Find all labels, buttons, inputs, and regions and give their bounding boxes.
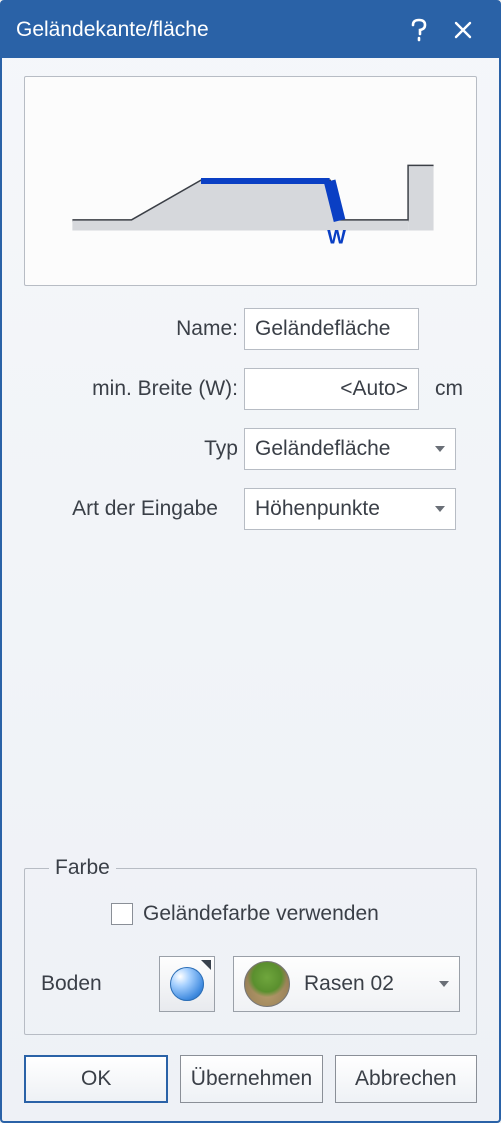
row-input-mode: Art der Eingabe Höhenpunkte [24, 488, 477, 530]
terrain-diagram-svg: W [35, 87, 466, 275]
input-mode-value: Höhenpunkte [255, 497, 435, 521]
dialog-title: Geländekante/fläche [16, 18, 397, 42]
input-mode-label: Art der Eingabe [24, 497, 224, 521]
row-name: Name: [24, 308, 477, 350]
material-picker-button[interactable] [159, 956, 215, 1012]
type-dropdown[interactable]: Geländefläche [244, 428, 456, 470]
use-terrain-row: Geländefarbe verwenden [111, 902, 460, 926]
dialog-content: W Name: min. Breite (W): cm Typ Geländef… [2, 58, 499, 1121]
help-button[interactable] [397, 2, 441, 58]
row-width: min. Breite (W): cm [24, 368, 477, 410]
width-unit: cm [435, 377, 463, 401]
name-label: Name: [24, 317, 244, 341]
form-grid: Name: min. Breite (W): cm Typ Geländeflä… [24, 308, 477, 530]
terrain-diagram: W [24, 76, 477, 286]
use-terrain-label: Geländefarbe verwenden [143, 902, 379, 926]
close-icon [454, 21, 472, 39]
ok-button[interactable]: OK [24, 1055, 168, 1103]
row-type: Typ Geländefläche [24, 428, 477, 470]
spacer [24, 530, 477, 856]
svg-text:W: W [327, 226, 346, 248]
picker-corner-icon [201, 960, 211, 970]
color-legend: Farbe [49, 856, 116, 880]
use-terrain-checkbox[interactable] [111, 903, 133, 925]
titlebar: Geländekante/fläche [2, 2, 499, 58]
help-icon [411, 18, 427, 42]
sphere-icon [170, 967, 204, 1001]
button-bar: OK Übernehmen Abbrechen [24, 1055, 477, 1103]
texture-dropdown[interactable]: Rasen 02 [233, 956, 460, 1012]
chevron-down-icon [439, 981, 449, 987]
ground-label: Boden [41, 972, 159, 996]
input-mode-dropdown[interactable]: Höhenpunkte [244, 488, 456, 530]
cancel-button[interactable]: Abbrechen [335, 1055, 477, 1103]
width-label: min. Breite (W): [24, 377, 244, 401]
type-value: Geländefläche [255, 437, 435, 461]
chevron-down-icon [435, 446, 445, 452]
ground-row: Boden Rasen 02 [41, 956, 460, 1012]
apply-button[interactable]: Übernehmen [180, 1055, 322, 1103]
type-label: Typ [24, 437, 244, 461]
dialog-window: Geländekante/fläche W Name: [0, 0, 501, 1123]
texture-value: Rasen 02 [304, 972, 439, 996]
name-input[interactable] [244, 308, 419, 350]
width-input[interactable] [244, 368, 419, 410]
chevron-down-icon [435, 506, 445, 512]
grass-swatch-icon [244, 961, 290, 1007]
close-button[interactable] [441, 2, 485, 58]
color-fieldset: Farbe Geländefarbe verwenden Boden Rasen… [24, 856, 477, 1035]
